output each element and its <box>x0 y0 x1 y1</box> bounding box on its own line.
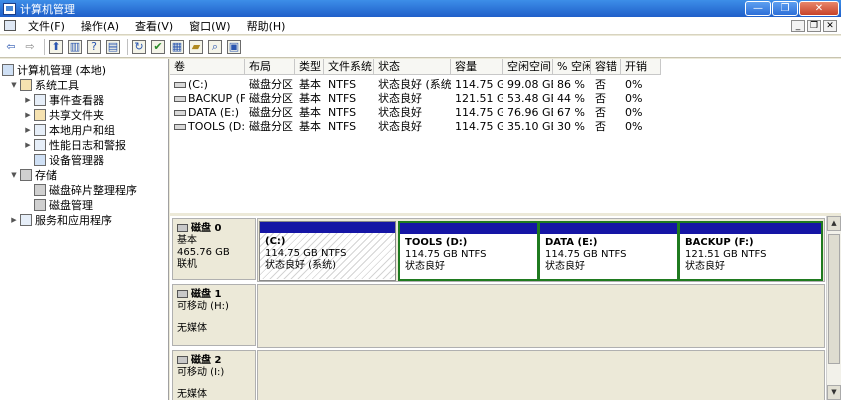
partition-d[interactable]: TOOLS (D:) 114.75 GB NTFS 状态良好 <box>398 221 539 281</box>
document-icon[interactable] <box>4 20 16 31</box>
partition-e[interactable]: DATA (E:) 114.75 GB NTFS 状态良好 <box>538 221 679 281</box>
computer-icon <box>2 63 14 76</box>
tree-item-defragmenter[interactable]: 磁盘碎片整理程序 <box>34 182 137 197</box>
menu-help[interactable]: 帮助(H) <box>239 18 294 34</box>
search-icon[interactable]: ⌕ <box>208 39 222 54</box>
menu-window[interactable]: 窗口(W) <box>181 18 238 34</box>
up-folder-icon[interactable]: ⬆ <box>49 39 63 54</box>
child-restore-button[interactable]: ❐ <box>807 19 821 32</box>
disk-map: 磁盘 0 基本 465.76 GB 联机 (C:) 114.75 GB NTFS… <box>170 216 826 400</box>
shared-folder-icon <box>34 108 46 121</box>
collapse-arrow-icon[interactable]: ▼ <box>10 81 18 89</box>
window-title: 计算机管理 <box>20 2 75 16</box>
expand-arrow-icon[interactable]: ▶ <box>24 126 32 134</box>
table-row[interactable]: (C:) 磁盘分区 基本 NTFS 状态良好 (系统) 114.75 GB 99… <box>170 78 661 92</box>
device-manager-icon <box>34 153 46 166</box>
defrag-icon <box>34 183 46 196</box>
disk-map-scrollbar[interactable]: ▲ ▼ <box>826 216 841 400</box>
show-hide-tree-icon[interactable]: ▥ <box>68 39 82 54</box>
delete-icon[interactable]: ▦ <box>170 39 184 54</box>
table-row[interactable]: BACKUP (F:) 磁盘分区 基本 NTFS 状态良好 121.51 GB … <box>170 92 661 106</box>
event-viewer-icon <box>34 93 46 106</box>
disk-1-label[interactable]: 磁盘 1 可移动 (H:) 无媒体 <box>172 284 256 346</box>
tree-item-performance-logs[interactable]: ▶ 性能日志和警报 <box>24 137 126 152</box>
forward-arrow-icon[interactable]: ⇨ <box>23 40 37 54</box>
disk-2-label[interactable]: 磁盘 2 可移动 (I:) 无媒体 <box>172 350 256 400</box>
toolbar-separator <box>127 38 128 55</box>
scroll-down-arrow-icon[interactable]: ▼ <box>827 385 841 400</box>
tree-item-event-viewer[interactable]: ▶ 事件查看器 <box>24 92 104 107</box>
column-header-status[interactable]: 状态 <box>374 59 451 74</box>
tree-item-disk-management[interactable]: 磁盘管理 <box>34 197 93 212</box>
scroll-up-arrow-icon[interactable]: ▲ <box>827 216 841 231</box>
column-header-capacity[interactable]: 容量 <box>451 59 503 74</box>
column-headers: 卷 布局 类型 文件系统 状态 容量 空闲空间 % 空闲 容错 开销 <box>170 59 661 75</box>
tree-item-storage[interactable]: ▼ 存储 <box>10 167 57 182</box>
close-button[interactable]: ✕ <box>799 1 839 16</box>
console-tree: 计算机管理 (本地) ▼ 系统工具 ▶ 事件查看器 ▶ 共享文件夹 ▶ 本地用户… <box>0 59 169 400</box>
expand-arrow-icon[interactable]: ▶ <box>24 96 32 104</box>
toolbar-separator <box>44 38 45 55</box>
table-row[interactable]: TOOLS (D:) 磁盘分区 基本 NTFS 状态良好 114.75 GB 3… <box>170 120 661 134</box>
open-folder-icon[interactable]: ▰ <box>189 39 203 54</box>
partition-c[interactable]: (C:) 114.75 GB NTFS 状态良好 (系统) <box>259 221 396 281</box>
disk-1-area[interactable] <box>257 284 825 348</box>
minimize-button[interactable]: — <box>745 1 771 16</box>
volume-icon <box>174 82 186 88</box>
expand-arrow-icon[interactable]: ▶ <box>24 141 32 149</box>
users-icon <box>34 123 46 136</box>
performance-icon <box>34 138 46 151</box>
collapse-arrow-icon[interactable]: ▼ <box>10 171 18 179</box>
title-bar: 计算机管理 — ❐ ✕ <box>0 0 841 17</box>
menu-view[interactable]: 查看(V) <box>127 18 181 34</box>
toolbar-grid-icon[interactable]: ▣ <box>227 39 241 54</box>
back-arrow-icon[interactable]: ⇦ <box>4 40 18 54</box>
disk-0-label[interactable]: 磁盘 0 基本 465.76 GB 联机 <box>172 218 256 280</box>
column-header-type[interactable]: 类型 <box>295 59 324 74</box>
tree-item-system-tools[interactable]: ▼ 系统工具 <box>10 77 79 92</box>
tree-item-device-manager[interactable]: 设备管理器 <box>34 152 104 167</box>
column-header-layout[interactable]: 布局 <box>245 59 295 74</box>
storage-icon <box>20 168 32 181</box>
menu-file[interactable]: 文件(F) <box>20 18 73 34</box>
column-header-free-space[interactable]: 空闲空间 <box>503 59 553 74</box>
removable-disk-icon <box>177 290 188 298</box>
expand-arrow-icon[interactable]: ▶ <box>10 216 18 224</box>
volume-icon <box>174 110 186 116</box>
scroll-thumb[interactable] <box>828 234 840 364</box>
child-minimize-button[interactable]: _ <box>791 19 805 32</box>
column-header-percent-free[interactable]: % 空闲 <box>553 59 591 74</box>
column-header-overhead[interactable]: 开销 <box>621 59 661 74</box>
disk-2-area[interactable] <box>257 350 825 400</box>
volume-list: 卷 布局 类型 文件系统 状态 容量 空闲空间 % 空闲 容错 开销 (C:) … <box>170 59 841 213</box>
removable-disk-icon <box>177 356 188 364</box>
menu-bar: 文件(F) 操作(A) 查看(V) 窗口(W) 帮助(H) _ ❐ ✕ <box>0 17 841 35</box>
disk-icon <box>177 224 188 232</box>
tree-item-shared-folders[interactable]: ▶ 共享文件夹 <box>24 107 104 122</box>
expand-arrow-icon[interactable]: ▶ <box>24 111 32 119</box>
toolbar: ⇦ ⇨ ⬆ ▥ ? ▤ ↻ ✔ ▦ ▰ ⌕ ▣ <box>0 36 841 58</box>
disk-0-partitions: (C:) 114.75 GB NTFS 状态良好 (系统) TOOLS (D:)… <box>257 218 825 282</box>
partition-f[interactable]: BACKUP (F:) 121.51 GB NTFS 状态良好 <box>678 221 823 281</box>
computer-management-icon <box>3 2 16 15</box>
tree-item-computer[interactable]: 计算机管理 (本地) <box>2 62 106 77</box>
column-header-volume[interactable]: 卷 <box>170 59 245 74</box>
column-header-fault-tolerance[interactable]: 容错 <box>591 59 621 74</box>
tree-item-local-users[interactable]: ▶ 本地用户和组 <box>24 122 115 137</box>
properties-icon[interactable]: ? <box>87 39 101 54</box>
volume-icon <box>174 124 186 130</box>
tools-icon <box>20 78 32 91</box>
table-row[interactable]: DATA (E:) 磁盘分区 基本 NTFS 状态良好 114.75 GB 76… <box>170 106 661 120</box>
child-close-button[interactable]: ✕ <box>823 19 837 32</box>
help-icon[interactable]: ▤ <box>106 39 120 54</box>
check-icon[interactable]: ✔ <box>151 39 165 54</box>
services-icon <box>20 213 32 226</box>
maximize-button[interactable]: ❐ <box>772 1 798 16</box>
volume-icon <box>174 96 186 102</box>
column-header-filesystem[interactable]: 文件系统 <box>324 59 374 74</box>
tree-item-services[interactable]: ▶ 服务和应用程序 <box>10 212 112 227</box>
refresh-icon[interactable]: ↻ <box>132 39 146 54</box>
disk-management-icon <box>34 198 46 211</box>
menu-action[interactable]: 操作(A) <box>73 18 127 34</box>
